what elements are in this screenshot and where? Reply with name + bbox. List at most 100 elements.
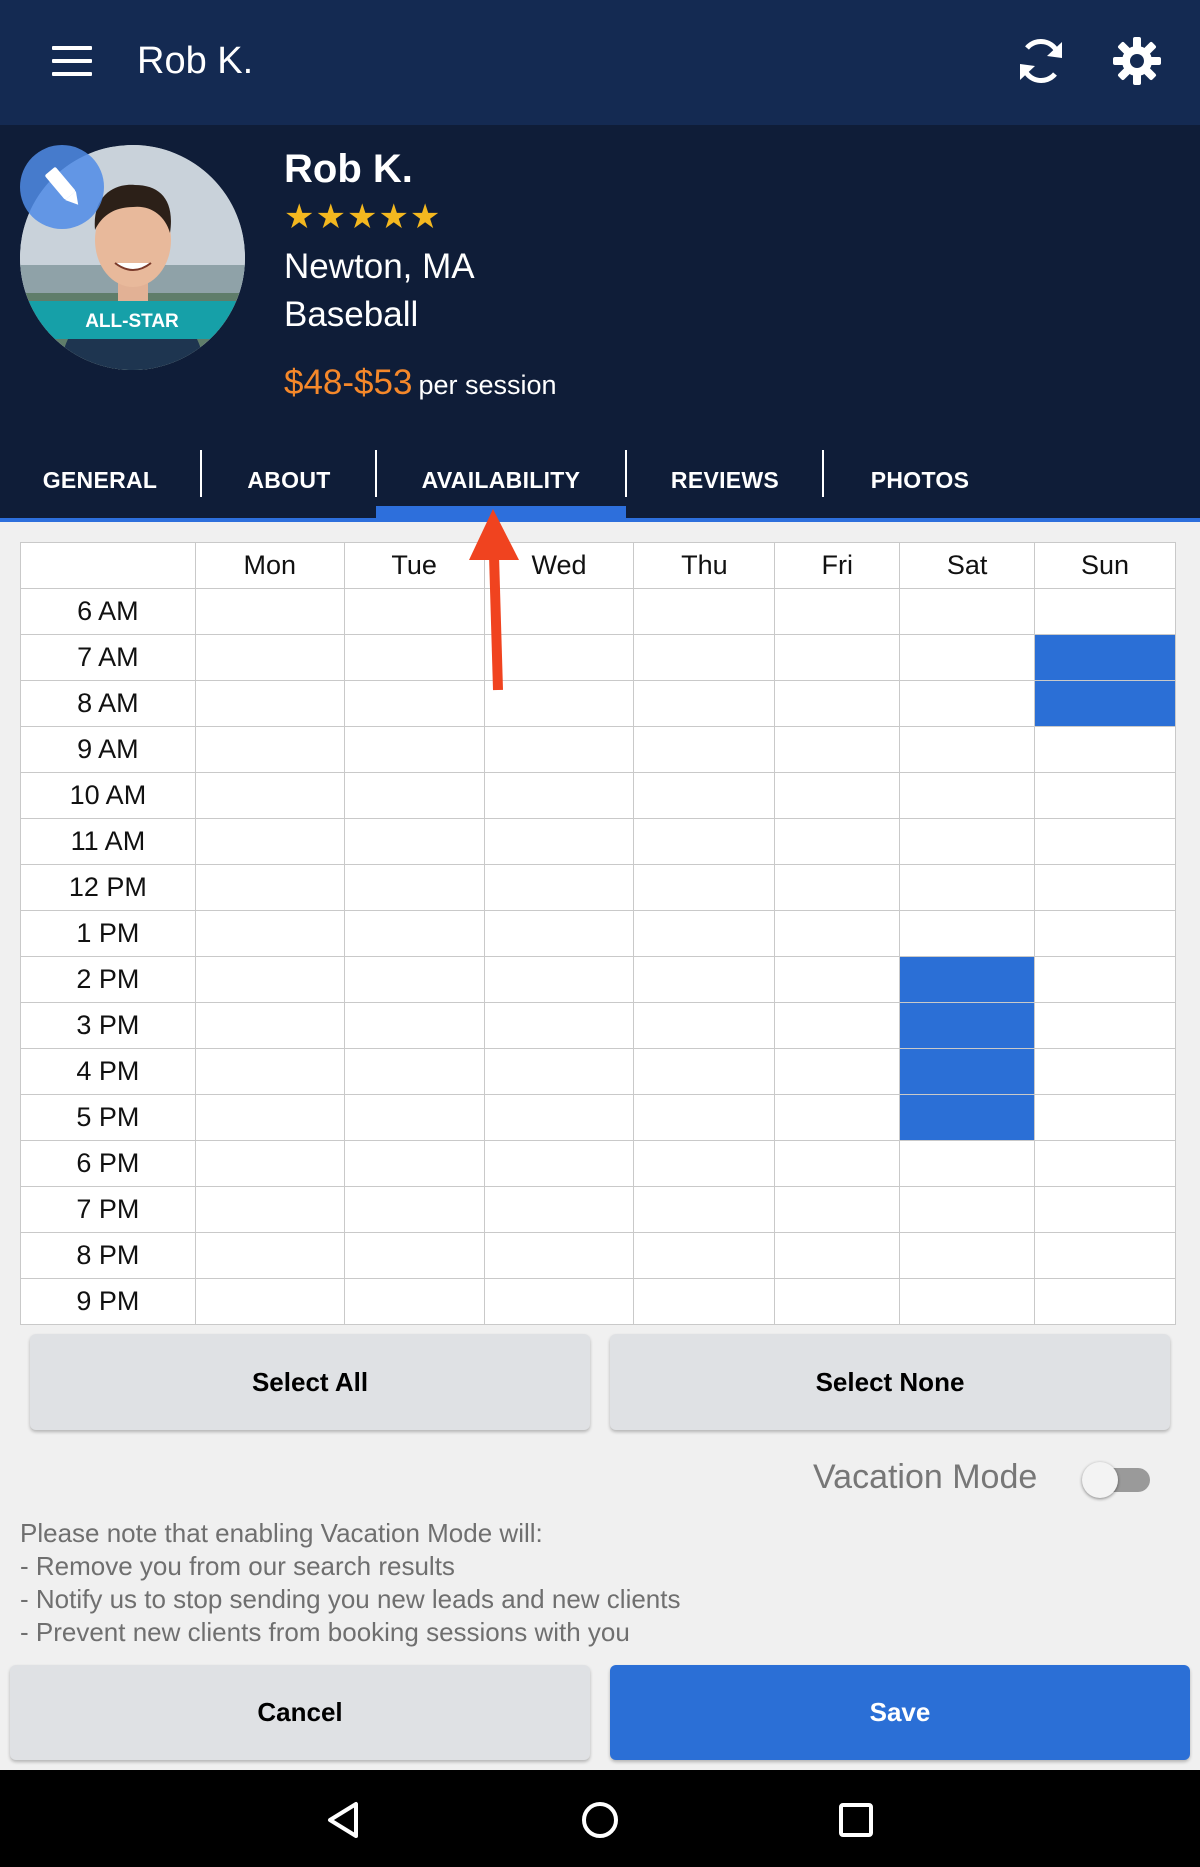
availability-slot-tue[interactable] <box>343 1048 485 1095</box>
tab-general[interactable]: GENERAL <box>0 440 200 521</box>
availability-slot-fri[interactable] <box>774 1232 901 1279</box>
availability-slot-thu[interactable] <box>633 910 776 957</box>
availability-slot-sun[interactable] <box>1034 956 1176 1003</box>
back-icon[interactable] <box>322 1798 366 1842</box>
availability-slot-sun[interactable] <box>1034 726 1176 773</box>
availability-slot-mon[interactable] <box>194 1140 345 1187</box>
availability-slot-fri[interactable] <box>774 680 901 727</box>
availability-slot-sat[interactable] <box>899 1094 1036 1141</box>
availability-slot-wed[interactable] <box>483 910 635 957</box>
availability-slot-wed[interactable] <box>483 1186 635 1233</box>
availability-slot-sun[interactable] <box>1034 1002 1176 1049</box>
availability-slot-mon[interactable] <box>194 680 345 727</box>
availability-slot-sat[interactable] <box>899 772 1036 819</box>
tab-about[interactable]: ABOUT <box>202 440 376 521</box>
availability-slot-tue[interactable] <box>343 772 485 819</box>
availability-slot-sat[interactable] <box>899 818 1036 865</box>
availability-slot-sun[interactable] <box>1034 1232 1176 1279</box>
availability-slot-mon[interactable] <box>194 588 345 635</box>
availability-slot-tue[interactable] <box>343 864 485 911</box>
select-none-button[interactable]: Select None <box>610 1334 1170 1430</box>
availability-slot-fri[interactable] <box>774 588 901 635</box>
availability-slot-thu[interactable] <box>633 588 776 635</box>
availability-slot-mon[interactable] <box>194 864 345 911</box>
availability-slot-sun[interactable] <box>1034 1094 1176 1141</box>
availability-slot-fri[interactable] <box>774 1278 901 1325</box>
refresh-icon[interactable] <box>1014 34 1068 88</box>
availability-slot-mon[interactable] <box>194 1278 345 1325</box>
availability-slot-sat[interactable] <box>899 680 1036 727</box>
availability-slot-fri[interactable] <box>774 1186 901 1233</box>
availability-slot-tue[interactable] <box>343 1186 485 1233</box>
availability-slot-wed[interactable] <box>483 1094 635 1141</box>
availability-slot-mon[interactable] <box>194 726 345 773</box>
availability-slot-wed[interactable] <box>483 1048 635 1095</box>
availability-slot-fri[interactable] <box>774 726 901 773</box>
availability-slot-sat[interactable] <box>899 956 1036 1003</box>
availability-slot-mon[interactable] <box>194 818 345 865</box>
availability-slot-wed[interactable] <box>483 864 635 911</box>
availability-slot-tue[interactable] <box>343 1094 485 1141</box>
availability-slot-mon[interactable] <box>194 1048 345 1095</box>
availability-slot-sat[interactable] <box>899 1232 1036 1279</box>
availability-slot-sat[interactable] <box>899 588 1036 635</box>
availability-slot-tue[interactable] <box>343 1002 485 1049</box>
availability-slot-mon[interactable] <box>194 910 345 957</box>
availability-slot-tue[interactable] <box>343 1232 485 1279</box>
tab-photos[interactable]: PHOTOS <box>824 440 1016 521</box>
availability-slot-thu[interactable] <box>633 818 776 865</box>
availability-slot-mon[interactable] <box>194 1232 345 1279</box>
availability-slot-thu[interactable] <box>633 1186 776 1233</box>
availability-slot-thu[interactable] <box>633 1140 776 1187</box>
availability-slot-sun[interactable] <box>1034 634 1176 681</box>
availability-slot-thu[interactable] <box>633 864 776 911</box>
availability-slot-fri[interactable] <box>774 1140 901 1187</box>
availability-slot-thu[interactable] <box>633 680 776 727</box>
availability-slot-thu[interactable] <box>633 634 776 681</box>
availability-slot-wed[interactable] <box>483 1232 635 1279</box>
availability-slot-sun[interactable] <box>1034 1278 1176 1325</box>
availability-slot-sat[interactable] <box>899 910 1036 957</box>
availability-slot-sun[interactable] <box>1034 1048 1176 1095</box>
availability-slot-fri[interactable] <box>774 864 901 911</box>
availability-slot-mon[interactable] <box>194 1002 345 1049</box>
availability-slot-sat[interactable] <box>899 726 1036 773</box>
cancel-button[interactable]: Cancel <box>10 1665 590 1760</box>
availability-slot-thu[interactable] <box>633 956 776 1003</box>
availability-slot-fri[interactable] <box>774 818 901 865</box>
vacation-mode-toggle[interactable] <box>1082 1460 1152 1498</box>
availability-slot-sat[interactable] <box>899 864 1036 911</box>
availability-slot-wed[interactable] <box>483 1002 635 1049</box>
home-icon[interactable] <box>578 1798 622 1842</box>
availability-slot-sat[interactable] <box>899 1002 1036 1049</box>
availability-slot-sun[interactable] <box>1034 1186 1176 1233</box>
tab-reviews[interactable]: REVIEWS <box>627 440 823 521</box>
availability-slot-fri[interactable] <box>774 956 901 1003</box>
edit-photo-button[interactable] <box>20 145 104 229</box>
availability-slot-thu[interactable] <box>633 1094 776 1141</box>
availability-slot-wed[interactable] <box>483 772 635 819</box>
select-all-button[interactable]: Select All <box>30 1334 590 1430</box>
gear-icon[interactable] <box>1110 34 1164 88</box>
availability-slot-mon[interactable] <box>194 1186 345 1233</box>
availability-slot-sun[interactable] <box>1034 910 1176 957</box>
availability-slot-thu[interactable] <box>633 772 776 819</box>
availability-slot-mon[interactable] <box>194 1094 345 1141</box>
availability-slot-fri[interactable] <box>774 1094 901 1141</box>
availability-slot-wed[interactable] <box>483 1278 635 1325</box>
availability-slot-wed[interactable] <box>483 726 635 773</box>
recents-icon[interactable] <box>834 1798 878 1842</box>
availability-slot-thu[interactable] <box>633 726 776 773</box>
availability-slot-thu[interactable] <box>633 1002 776 1049</box>
availability-slot-sun[interactable] <box>1034 680 1176 727</box>
availability-slot-fri[interactable] <box>774 1048 901 1095</box>
availability-slot-sun[interactable] <box>1034 588 1176 635</box>
availability-slot-sat[interactable] <box>899 1186 1036 1233</box>
availability-slot-thu[interactable] <box>633 1232 776 1279</box>
availability-slot-thu[interactable] <box>633 1048 776 1095</box>
availability-slot-sun[interactable] <box>1034 1140 1176 1187</box>
availability-slot-sat[interactable] <box>899 634 1036 681</box>
availability-slot-fri[interactable] <box>774 910 901 957</box>
availability-slot-tue[interactable] <box>343 1140 485 1187</box>
availability-slot-mon[interactable] <box>194 772 345 819</box>
